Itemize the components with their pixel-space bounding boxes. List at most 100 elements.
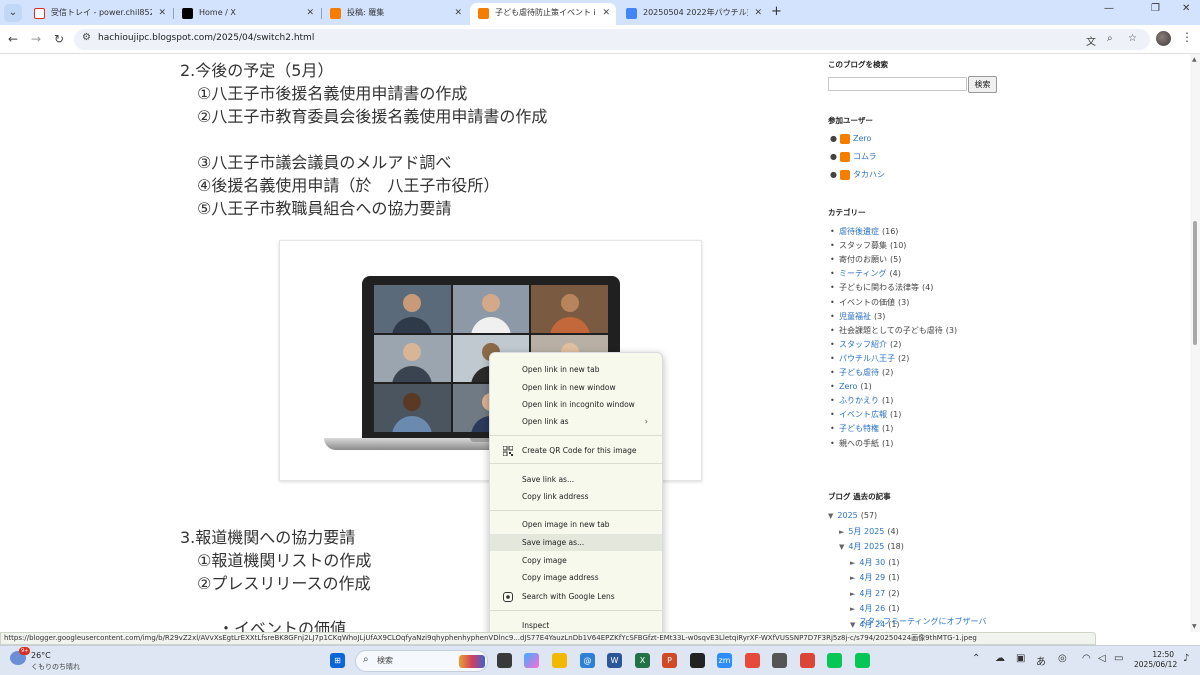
tab-search-chevron-icon[interactable]: ⌄ xyxy=(4,4,22,22)
archive-item[interactable]: ► 4月 29 (1) xyxy=(850,572,900,584)
url-text[interactable]: hachioujipc.blogspot.com/2025/04/switch2… xyxy=(98,33,314,43)
scroll-down-icon[interactable]: ▼ xyxy=(1192,623,1197,630)
notification-bell-icon[interactable]: ♪ xyxy=(1183,653,1189,664)
category-name[interactable]: パウチル八王子 (2) xyxy=(839,353,909,365)
category-label[interactable]: パウチル八王子 xyxy=(839,354,895,363)
ime-indicator[interactable]: あ xyxy=(1036,653,1046,668)
copilot-tray-icon[interactable]: ◎ xyxy=(1058,653,1067,664)
category-name[interactable]: スタッフ紹介 (2) xyxy=(839,339,901,351)
windows-start-icon[interactable]: ⊞ xyxy=(330,653,345,668)
volume-icon[interactable]: ◁ xyxy=(1098,653,1106,664)
chrome-icon[interactable] xyxy=(800,653,815,668)
archive-label[interactable]: 2025 xyxy=(837,511,857,520)
category-label[interactable]: 子どもに関わる法律等 xyxy=(839,283,919,292)
expand-right-icon[interactable]: ► xyxy=(839,528,844,536)
category-label[interactable]: スタッフ紹介 xyxy=(839,340,887,349)
menu-open-link-new-tab[interactable]: Open link in new tab xyxy=(490,361,662,378)
more-menu-icon[interactable]: ⋮ xyxy=(1181,30,1193,44)
outlook-icon[interactable]: @ xyxy=(580,653,595,668)
menu-copy-link-address[interactable]: Copy link address xyxy=(490,488,662,505)
expand-right-icon[interactable]: ► xyxy=(850,559,855,567)
category-name[interactable]: 児童福祉 (3) xyxy=(839,311,885,323)
category-name[interactable]: 親への手紙 (1) xyxy=(839,438,893,450)
forward-arrow-icon[interactable]: → xyxy=(31,31,41,47)
blog-search-input[interactable] xyxy=(828,77,967,91)
system-clock[interactable]: 12:50 2025/06/12 xyxy=(1134,650,1177,670)
task-view-icon[interactable] xyxy=(497,653,512,668)
category-name[interactable]: 子どもに関わる法律等 (4) xyxy=(839,282,933,294)
category-label[interactable]: 社会課題としての子ども虐待 xyxy=(839,326,943,335)
menu-open-link-incognito[interactable]: Open link in incognito window xyxy=(490,396,662,413)
taskbar-search-box[interactable]: ⌕ 検索 xyxy=(355,650,488,672)
profile-avatar[interactable] xyxy=(1156,31,1171,46)
archive-item[interactable]: ► 4月 26 (1) xyxy=(850,603,900,615)
category-name[interactable]: ミーティング (4) xyxy=(839,268,901,280)
close-tab-icon[interactable]: ✕ xyxy=(602,3,610,23)
category-label[interactable]: 虐待後遺症 xyxy=(839,227,879,236)
line-icon[interactable] xyxy=(855,653,870,668)
reload-icon[interactable]: ↻ xyxy=(54,31,64,47)
expand-right-icon[interactable]: ► xyxy=(850,590,855,598)
category-label[interactable]: Zero xyxy=(839,382,857,391)
tab-blogger-edit[interactable]: 投稿: 羅集 ✕ xyxy=(322,3,468,25)
category-label[interactable]: 親への手紙 xyxy=(839,439,879,448)
category-label[interactable]: イベント広報 xyxy=(839,410,887,419)
menu-open-link-new-window[interactable]: Open link in new window xyxy=(490,379,662,396)
close-tab-icon[interactable]: ✕ xyxy=(158,3,166,23)
close-tab-icon[interactable]: ✕ xyxy=(754,3,762,23)
category-label[interactable]: ふりかえり xyxy=(839,396,879,405)
archive-label[interactable]: 4月 2025 xyxy=(848,542,884,551)
category-name[interactable]: 寄付のお願い (5) xyxy=(839,254,901,266)
close-tab-icon[interactable]: ✕ xyxy=(306,3,314,23)
translate-icon[interactable]: 文 xyxy=(1086,33,1096,48)
expand-down-icon[interactable]: ▼ xyxy=(850,621,855,629)
expand-right-icon[interactable]: ► xyxy=(850,605,855,613)
archive-post-link[interactable]: スタッフミーティングにオブザーバ xyxy=(859,616,986,627)
menu-open-link-as[interactable]: Open link as › xyxy=(490,413,662,430)
expand-down-icon[interactable]: ▼ xyxy=(828,512,833,520)
powerpoint-icon[interactable]: P xyxy=(662,653,677,668)
camera-icon[interactable] xyxy=(772,653,787,668)
new-tab-icon[interactable]: + xyxy=(771,4,782,20)
onedrive-icon[interactable]: ☁ xyxy=(995,653,1005,664)
member-name[interactable]: タカハシ xyxy=(853,169,885,181)
zoom-icon[interactable]: ⌕ xyxy=(1107,33,1113,44)
expand-right-icon[interactable]: ► xyxy=(850,574,855,582)
archive-label[interactable]: 4月 29 xyxy=(859,573,885,582)
archive-label[interactable]: 4月 26 xyxy=(859,604,885,613)
category-name[interactable]: ふりかえり (1) xyxy=(839,395,893,407)
archive-label[interactable]: 5月 2025 xyxy=(848,527,884,536)
wifi-icon[interactable]: ◠ xyxy=(1082,653,1091,664)
capcut-icon[interactable] xyxy=(690,653,705,668)
archive-item[interactable]: ► 5月 2025 (4) xyxy=(839,526,899,538)
tray-app-icon[interactable]: ▣ xyxy=(1016,653,1025,664)
category-name[interactable]: Zero (1) xyxy=(839,381,872,393)
archive-label[interactable]: 4月 30 xyxy=(859,558,885,567)
minimize-icon[interactable]: — xyxy=(1104,3,1114,14)
scrollbar-thumb[interactable] xyxy=(1193,221,1197,345)
archive-item[interactable]: ► 4月 27 (2) xyxy=(850,588,900,600)
close-tab-icon[interactable]: ✕ xyxy=(454,3,462,23)
member-name[interactable]: Zero xyxy=(853,133,871,145)
maximize-icon[interactable]: ❐ xyxy=(1151,3,1160,14)
zoom-app-icon[interactable]: zm xyxy=(717,653,732,668)
page-scrollbar[interactable]: ▲ ▼ xyxy=(1190,54,1200,632)
category-label[interactable]: 寄付のお願い xyxy=(839,255,887,264)
site-info-icon[interactable]: ⚙ xyxy=(82,32,91,43)
bookmark-star-icon[interactable]: ☆ xyxy=(1128,33,1137,44)
tab-active-blog[interactable]: 子ども虐待防止策イベント in 八王 ✕ xyxy=(470,3,616,25)
menu-save-link-as[interactable]: Save link as... xyxy=(490,471,662,488)
line-icon[interactable] xyxy=(827,653,842,668)
category-name[interactable]: 社会課題としての子ども虐待 (3) xyxy=(839,325,957,337)
copilot-icon[interactable] xyxy=(524,653,539,668)
category-label[interactable]: スタッフ募集 xyxy=(839,241,887,250)
category-label[interactable]: 児童福祉 xyxy=(839,312,871,321)
chrome-profile-icon[interactable] xyxy=(745,653,760,668)
tray-chevron-icon[interactable]: ⌃ xyxy=(972,653,980,664)
category-name[interactable]: スタッフ募集 (10) xyxy=(839,240,906,252)
back-arrow-icon[interactable]: ← xyxy=(8,31,18,47)
tab-docs[interactable]: 20250504 2022年パウチル東京で ✕ xyxy=(618,3,768,25)
address-bar[interactable]: ⚙ hachioujipc.blogspot.com/2025/04/switc… xyxy=(74,29,1150,50)
category-label[interactable]: イベントの価値 xyxy=(839,298,895,307)
category-name[interactable]: イベント広報 (1) xyxy=(839,409,901,421)
